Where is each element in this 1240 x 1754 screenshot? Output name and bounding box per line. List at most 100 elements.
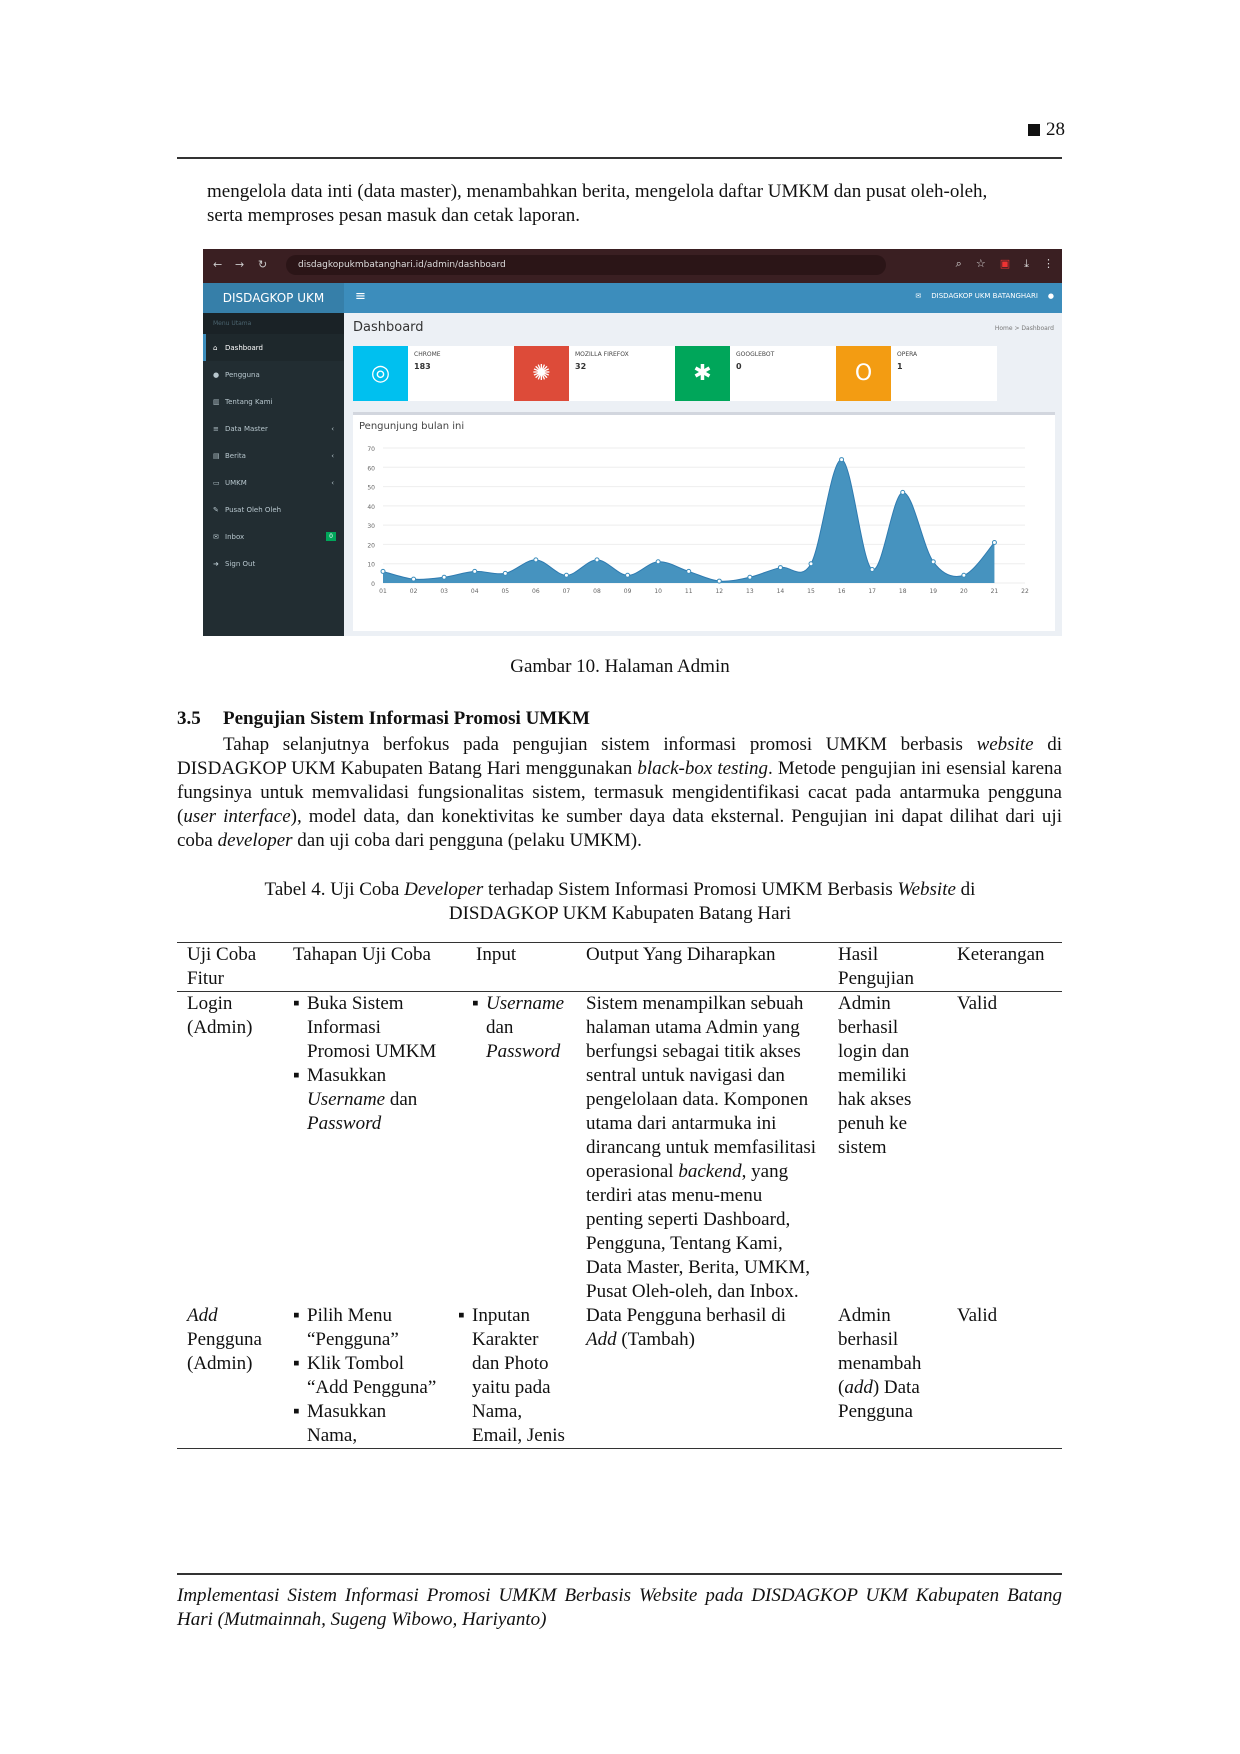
address-bar[interactable]: disdagkopukmbatanghari.id/admin/dashboar… — [286, 255, 886, 275]
home-icon: ⌂ — [213, 343, 218, 352]
sidebar-item-sign-out[interactable]: ➜ Sign Out — [203, 550, 344, 577]
browser-actions: ⌕ ☆ ▣ ⤓ ⋮ — [956, 257, 1054, 271]
user-name[interactable]: DISDAGKOP UKM BATANGHARI — [931, 292, 1038, 300]
sidebar-item-label: Dashboard — [225, 343, 263, 352]
section-paragraph: Tahap selanjutnya berfokus pada pengujia… — [177, 734, 1063, 851]
sidebar-item-tentang-kami[interactable]: ▥ Tentang Kami — [203, 388, 344, 415]
x-tick-label: 01 — [379, 588, 387, 595]
user-icon: ● — [213, 370, 220, 379]
x-tick-label: 15 — [807, 588, 815, 595]
data-point — [502, 570, 508, 576]
sidebar-item-data-master[interactable]: ≡ Data Master ‹ — [203, 415, 344, 442]
table-row: Login (Admin) Buka Sistem Informasi Prom… — [177, 992, 1062, 1305]
star-icon[interactable]: ☆ — [976, 257, 986, 271]
settings-icon[interactable]: ● — [1048, 292, 1054, 300]
breadcrumb[interactable]: Home > Dashboard — [995, 325, 1054, 332]
stat-box-googlebot: ✱ GOOGLEBOT 0 — [675, 346, 836, 401]
sidebar-item-label: UMKM — [225, 478, 247, 487]
table-row: Add Pengguna (Admin) Pilih Menu “Penggun… — [177, 1304, 1062, 1449]
extension-icon[interactable]: ▣ — [1000, 257, 1010, 271]
x-tick-label: 19 — [929, 588, 937, 595]
sidebar-item-pusat-oleh-oleh[interactable]: ✎ Pusat Oleh Oleh — [203, 496, 344, 523]
header-rule — [177, 157, 1062, 159]
y-tick-label: 0 — [371, 581, 375, 588]
x-tick-label: 14 — [777, 588, 785, 595]
sidebar-item-label: Sign Out — [225, 559, 256, 568]
x-tick-label: 21 — [991, 588, 999, 595]
x-tick-label: 06 — [532, 588, 540, 595]
data-point — [961, 572, 967, 578]
inbox-badge: 0 — [326, 532, 336, 541]
reload-icon[interactable]: ↻ — [258, 258, 267, 271]
col-header: Output Yang Diharapkan — [576, 942, 828, 992]
x-tick-label: 16 — [838, 588, 846, 595]
x-tick-label: 12 — [715, 588, 723, 595]
x-tick-label: 03 — [440, 588, 448, 595]
data-point — [930, 559, 936, 565]
x-tick-label: 20 — [960, 588, 968, 595]
admin-header: DISDAGKOP UKM ≡ ✉ DISDAGKOP UKM BATANGHA… — [203, 283, 1062, 313]
sidebar-item-inbox[interactable]: ✉ Inbox 0 — [203, 523, 344, 550]
data-point — [472, 568, 478, 574]
bank-icon: ▥ — [213, 397, 220, 406]
sidebar-item-label: Inbox — [225, 532, 245, 541]
back-icon[interactable]: ← — [213, 258, 222, 271]
col-header: Hasil Pengujian — [828, 942, 947, 992]
menu-icon[interactable]: ⋮ — [1043, 257, 1054, 271]
sidebar-item-umkm[interactable]: ▭ UMKM ‹ — [203, 469, 344, 496]
x-tick-label: 17 — [868, 588, 876, 595]
data-point — [991, 540, 997, 545]
stat-box-opera: O OPERA 1 — [836, 346, 997, 401]
data-point — [777, 565, 783, 571]
sidebar-header: Menu Utama — [203, 313, 344, 334]
x-tick-label: 04 — [471, 588, 479, 595]
tag-icon: ✎ — [213, 505, 219, 514]
table-caption: Tabel 4. Uji Coba Developer terhadap Sis… — [264, 879, 976, 924]
x-tick-label: 18 — [899, 588, 907, 595]
x-tick-label: 05 — [501, 588, 509, 595]
sidebar-item-berita[interactable]: ▤ Berita ‹ — [203, 442, 344, 469]
data-point — [380, 568, 386, 574]
data-point — [594, 557, 600, 563]
stat-label: OPERA — [897, 351, 918, 358]
y-tick-label: 70 — [367, 446, 375, 453]
data-point — [808, 561, 814, 567]
x-tick-label: 22 — [1021, 588, 1029, 595]
data-point — [839, 457, 845, 463]
footer-rule — [177, 1573, 1062, 1575]
envelope-icon[interactable]: ✉ — [915, 292, 921, 300]
sidebar-item-dashboard[interactable]: ⌂ Dashboard — [203, 334, 344, 361]
data-point — [563, 572, 569, 578]
sidebar-item-pengguna[interactable]: ● Pengguna — [203, 361, 344, 388]
y-tick-label: 20 — [367, 542, 375, 549]
y-tick-label: 60 — [367, 465, 375, 472]
x-tick-label: 02 — [410, 588, 418, 595]
admin-logo[interactable]: DISDAGKOP UKM — [203, 283, 344, 313]
stat-value: 183 — [414, 362, 431, 371]
sidebar-item-label: Pengguna — [225, 370, 260, 379]
stat-label: CHROME — [414, 351, 441, 358]
stat-value: 32 — [575, 362, 587, 371]
download-icon[interactable]: ⤓ — [1024, 257, 1029, 271]
x-tick-label: 08 — [593, 588, 601, 595]
forward-icon[interactable]: → — [235, 258, 244, 271]
page-title: Dashboard — [353, 320, 424, 335]
stat-label: MOZILLA FIREFOX — [575, 351, 629, 358]
data-point — [686, 568, 692, 574]
list-icon: ≡ — [213, 424, 219, 433]
zoom-icon[interactable]: ⌕ — [956, 257, 962, 271]
x-tick-label: 10 — [654, 588, 662, 595]
sign-out-icon: ➜ — [213, 559, 219, 568]
figure-caption: Gambar 10. Halaman Admin — [510, 656, 730, 677]
stat-box-mozilla-firefox: ✺ MOZILLA FIREFOX 32 — [514, 346, 675, 401]
col-header: Keterangan — [947, 942, 1062, 992]
data-point — [747, 574, 753, 580]
chevron-left-icon: ‹ — [331, 424, 334, 433]
admin-user-menu[interactable]: ✉ DISDAGKOP UKM BATANGHARI ● — [915, 292, 1054, 300]
card-icon: ▭ — [213, 478, 220, 487]
col-header: Input — [448, 942, 576, 992]
y-tick-label: 40 — [367, 504, 375, 511]
data-point — [716, 578, 722, 584]
menu-toggle-icon[interactable]: ≡ — [355, 289, 366, 304]
series-area — [383, 459, 995, 583]
